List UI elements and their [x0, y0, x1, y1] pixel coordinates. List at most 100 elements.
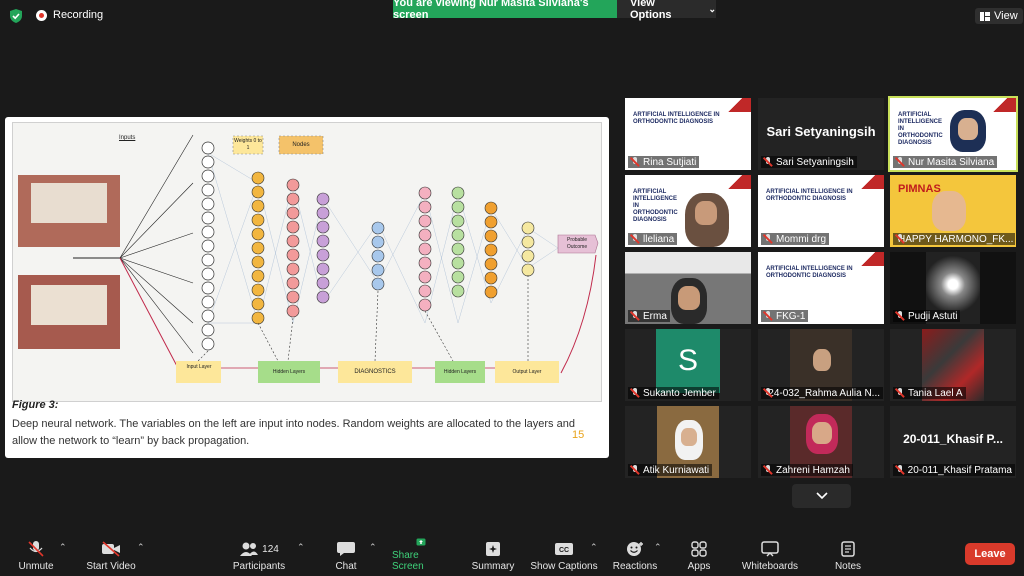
reactions-options-caret[interactable]: ⌃: [654, 542, 662, 553]
mic-muted-icon: [763, 388, 771, 398]
summary-label: Summary: [471, 561, 515, 572]
input-layer-label: Input Layer: [186, 364, 212, 370]
participant-name: Erma: [628, 310, 670, 322]
participants-options-caret[interactable]: ⌃: [297, 542, 305, 553]
grid-view-icon: [980, 11, 990, 21]
meeting-toolbar: Unmute ⌃ Start Video ⌃ 124 Participants …: [0, 532, 1024, 576]
summary-button[interactable]: Summary: [470, 538, 516, 572]
participant-tile[interactable]: Erma: [625, 252, 751, 324]
mic-muted-icon: [630, 157, 640, 167]
neural-network-diagram: Inputs Weights 0 to 1 Nodes Input Layer …: [12, 122, 602, 402]
participant-name: Zahreni Hamzah: [761, 464, 853, 476]
participant-tile[interactable]: PIMNAS HAPPY HARMONO_FK...: [890, 175, 1016, 247]
reactions-button[interactable]: Reactions: [612, 538, 658, 572]
show-captions-label: Show Captions: [530, 561, 598, 572]
notes-label: Notes: [834, 561, 862, 572]
participant-name: Sukanto Jember: [628, 387, 719, 399]
apps-button[interactable]: Apps: [684, 538, 714, 572]
video-off-icon: [102, 541, 120, 557]
chevron-down-icon: [815, 492, 828, 500]
participant-tile[interactable]: ARTIFICIAL INTELLIGENCE IN ORTHODONTIC D…: [625, 98, 751, 170]
audio-options-caret[interactable]: ⌃: [59, 542, 67, 553]
figure-text: Deep neural network. The variables on th…: [12, 418, 575, 447]
participant-tile[interactable]: Atik Kurniawati: [625, 406, 751, 478]
start-video-label: Start Video: [86, 561, 136, 572]
mic-muted-icon: [763, 157, 773, 167]
view-options-label: View Options: [630, 0, 672, 21]
chat-options-caret[interactable]: ⌃: [369, 542, 377, 553]
figure-label: Figure 3:: [12, 399, 59, 411]
video-options-caret[interactable]: ⌃: [137, 542, 145, 553]
mic-muted-icon: [630, 465, 640, 475]
view-label: View: [994, 10, 1018, 22]
captions-icon: CC: [555, 543, 573, 555]
participant-tile[interactable]: ARTIFICIAL INTELLIGENCE IN ORTHODONTIC D…: [758, 252, 884, 324]
shield-icon[interactable]: [8, 8, 24, 24]
share-screen-button[interactable]: Share Screen: [392, 538, 450, 572]
hidden-layers-label-1: Hidden Layers: [272, 369, 306, 375]
leave-button[interactable]: Leave: [965, 543, 1015, 565]
participant-name: lleliana: [628, 233, 678, 245]
notes-button[interactable]: Notes: [830, 538, 866, 572]
participant-name: Rina Sutjiati: [628, 156, 700, 168]
participant-display-name: 20-011_Khasif P...: [903, 432, 1003, 446]
mic-muted-icon: [763, 311, 773, 321]
participant-tile[interactable]: ARTIFICIAL INTELLIGENCE IN ORTHODONTIC D…: [625, 175, 751, 247]
smiley-plus-icon: [627, 542, 643, 556]
unmute-button[interactable]: Unmute: [14, 538, 58, 572]
participant-tile[interactable]: Tania Lael A: [890, 329, 1016, 401]
thumb-title: ARTIFICIAL INTELLIGENCE IN ORTHODONTIC D…: [898, 112, 943, 146]
thumb-title: ARTIFICIAL INTELLIGENCE IN ORTHODONTIC D…: [766, 266, 853, 279]
figure-caption: Figure 3: Deep neural network. The varia…: [12, 399, 602, 450]
share-screen-icon: [416, 538, 426, 546]
show-captions-button[interactable]: CC Show Captions: [530, 538, 598, 572]
participant-name: Sari Setyaningsih: [761, 156, 857, 168]
participant-tile[interactable]: Sari Setyaningsih Sari Setyaningsih: [758, 98, 884, 170]
slide-page-number: 15: [572, 429, 585, 441]
diagram-canvas: [18, 134, 599, 383]
participants-icon: [240, 542, 259, 556]
start-video-button[interactable]: Start Video: [84, 538, 138, 572]
view-button[interactable]: View: [975, 8, 1023, 24]
next-page-button[interactable]: [792, 484, 851, 508]
whiteboard-icon: [761, 541, 779, 557]
captions-options-caret[interactable]: ⌃: [590, 542, 598, 553]
whiteboards-button[interactable]: Whiteboards: [738, 538, 802, 572]
participants-count: 124: [262, 543, 279, 555]
thumb-title: ARTIFICIAL INTELLIGENCE IN ORTHODONTIC D…: [766, 189, 853, 202]
probable-outcome-label: Probable Outcome: [566, 237, 588, 250]
participant-tile[interactable]: Pudji Astuti: [890, 252, 1016, 324]
record-icon: [36, 9, 47, 21]
recording-label: Recording: [53, 9, 104, 21]
participant-tile[interactable]: S Sukanto Jember: [625, 329, 751, 401]
mic-muted-icon: [630, 234, 640, 244]
participant-tile-active-speaker[interactable]: ARTIFICIAL INTELLIGENCE IN ORTHODONTIC D…: [888, 96, 1018, 172]
view-options-button[interactable]: View Options ⌄: [617, 0, 716, 21]
participant-name: Tania Lael A: [893, 387, 966, 399]
participant-tile[interactable]: 20-011_Khasif P... 20-011_Khasif Pratama: [890, 406, 1016, 478]
chat-icon: [337, 542, 355, 556]
recording-indicator[interactable]: Recording: [36, 9, 103, 21]
participant-name: 24-032_Rahma Aulia N...: [761, 387, 883, 399]
mic-muted-icon: [895, 388, 905, 398]
participant-tile[interactable]: 24-032_Rahma Aulia N...: [758, 329, 884, 401]
inputs-title: Inputs: [119, 135, 136, 141]
top-bar: Recording You are viewing Nur Masita Sil…: [0, 0, 1024, 32]
participant-name: FKG-1: [761, 310, 809, 322]
participant-name: Mommi drg: [761, 233, 830, 245]
participant-tile[interactable]: ARTIFICIAL INTELLIGENCE IN ORTHODONTIC D…: [758, 175, 884, 247]
diagnostics-label: DIAGNOSTICS: [354, 369, 396, 375]
participant-display-name: Sari Setyaningsih: [766, 124, 876, 139]
participants-label: Participants: [232, 561, 286, 572]
mic-muted-icon: [763, 465, 773, 475]
output-layer-label: Output Layer: [512, 369, 542, 375]
reactions-label: Reactions: [612, 561, 658, 572]
unmute-label: Unmute: [18, 561, 54, 572]
participants-button[interactable]: 124 Participants: [230, 538, 288, 572]
weights-label: Weights 0 to 1: [234, 138, 262, 151]
notes-icon: [841, 541, 855, 557]
participant-tile[interactable]: Zahreni Hamzah: [758, 406, 884, 478]
participant-name: Atik Kurniawati: [628, 464, 713, 476]
shared-screen[interactable]: Inputs Weights 0 to 1 Nodes Input Layer …: [5, 117, 609, 458]
chat-button[interactable]: Chat: [330, 538, 362, 572]
